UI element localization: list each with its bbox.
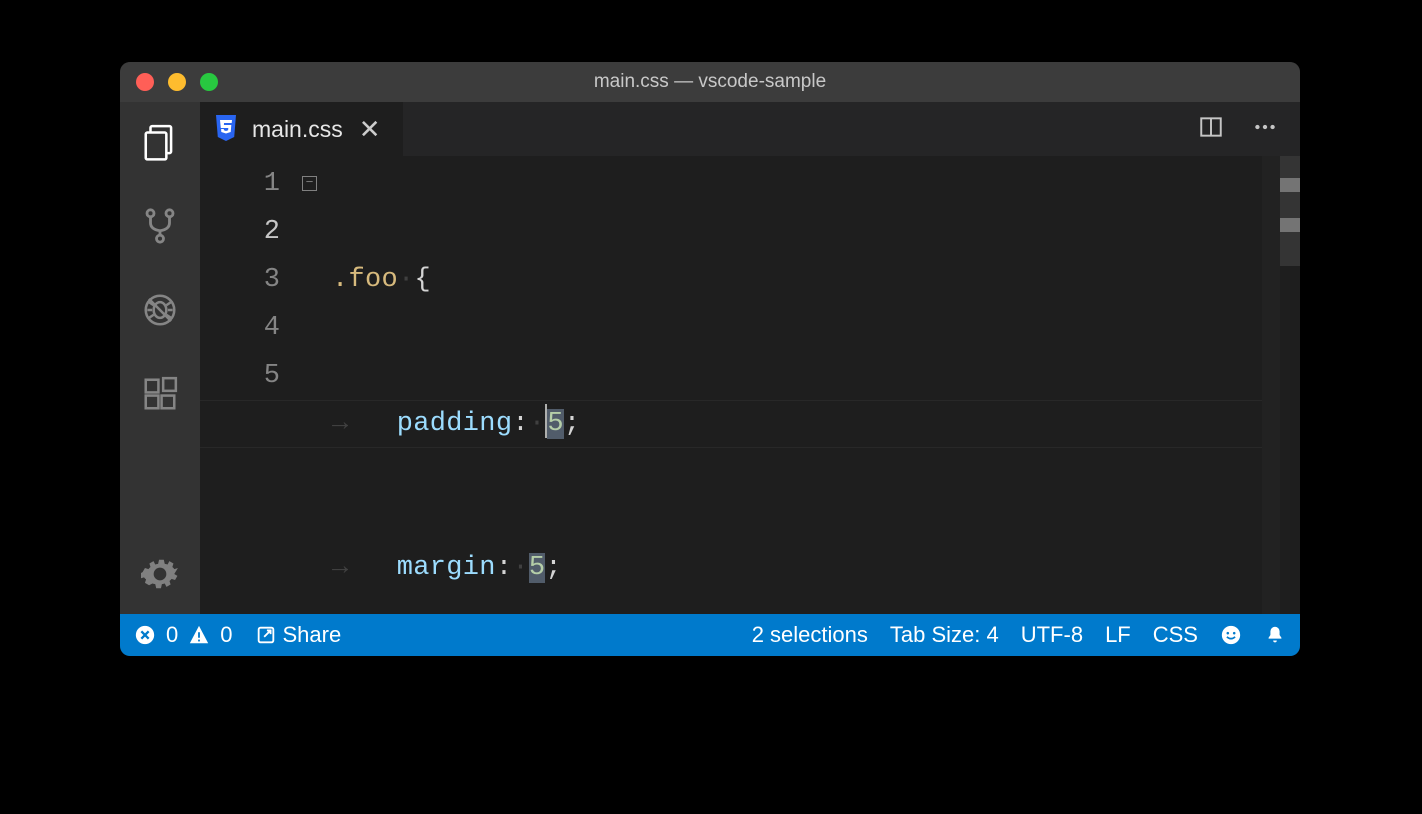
code-line: .foo·{: [332, 256, 1262, 304]
close-icon[interactable]: ✕: [357, 116, 383, 142]
split-editor-icon[interactable]: [1198, 114, 1224, 145]
code-line: margin:·5;: [332, 544, 1262, 592]
bell-icon[interactable]: [1264, 624, 1286, 646]
activity-bar: [120, 102, 200, 614]
window-title: main.css — vscode-sample: [594, 71, 826, 93]
gear-icon[interactable]: [138, 552, 182, 596]
code-line: padding:·5;: [332, 400, 1262, 448]
status-bar: 0 0 Share 2 selections Tab Size: 4 UTF-8…: [120, 614, 1300, 656]
fold-gutter: −: [302, 156, 332, 614]
code-content[interactable]: .foo·{ padding:·5; margin:·5; font-size:…: [332, 156, 1262, 614]
error-count: 0: [166, 622, 178, 648]
explorer-icon[interactable]: [138, 120, 182, 164]
scrollbar[interactable]: [1280, 156, 1300, 614]
line-number: 2: [200, 208, 280, 256]
tab-main-css[interactable]: main.css ✕: [200, 102, 403, 156]
code-editor[interactable]: 1 2 3 4 5 − .foo·{ padding:·5; margin:·5…: [200, 156, 1300, 614]
line-number-gutter: 1 2 3 4 5: [200, 156, 302, 614]
window-maximize-icon[interactable]: [200, 73, 218, 91]
feedback-icon[interactable]: [1220, 624, 1242, 646]
window-close-icon[interactable]: [136, 73, 154, 91]
tab-label: main.css: [252, 116, 343, 143]
error-icon: [134, 624, 156, 646]
selection-status[interactable]: 2 selections: [752, 622, 868, 648]
more-icon[interactable]: [1252, 114, 1278, 145]
scroll-mark: [1280, 218, 1300, 232]
titlebar: main.css — vscode-sample: [120, 62, 1300, 102]
share-button[interactable]: Share: [255, 622, 342, 648]
editor-window: main.css — vscode-sample: [120, 62, 1300, 656]
debug-disabled-icon[interactable]: [138, 288, 182, 332]
window-controls: [136, 73, 218, 91]
minimap[interactable]: [1262, 156, 1280, 614]
tab-size-status[interactable]: Tab Size: 4: [890, 622, 999, 648]
warning-icon: [188, 624, 210, 646]
scrollbar-thumb[interactable]: [1280, 156, 1300, 266]
line-number: 1: [200, 160, 280, 208]
encoding-status[interactable]: UTF-8: [1021, 622, 1083, 648]
language-status[interactable]: CSS: [1153, 622, 1198, 648]
extensions-icon[interactable]: [138, 372, 182, 416]
source-control-icon[interactable]: [138, 204, 182, 248]
window-minimize-icon[interactable]: [168, 73, 186, 91]
share-label: Share: [283, 622, 342, 648]
line-number: 5: [200, 352, 280, 400]
line-number: 3: [200, 256, 280, 304]
warning-count: 0: [220, 622, 232, 648]
problems-status[interactable]: 0 0: [134, 622, 233, 648]
eol-status[interactable]: LF: [1105, 622, 1131, 648]
share-icon: [255, 624, 277, 646]
line-number: 4: [200, 304, 280, 352]
tab-bar: main.css ✕: [200, 102, 1300, 156]
scroll-mark: [1280, 178, 1300, 192]
css-file-icon: [214, 115, 238, 143]
fold-collapse-icon[interactable]: −: [302, 176, 317, 191]
